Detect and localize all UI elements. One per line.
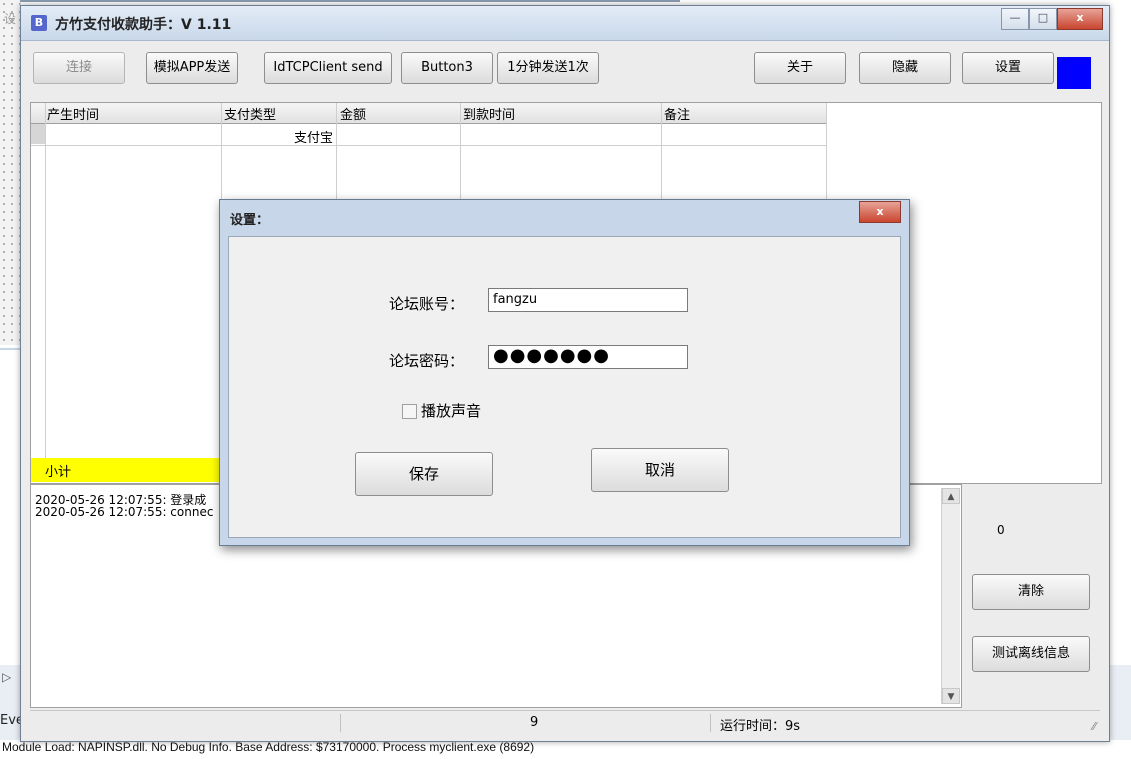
- password-input[interactable]: ●●●●●●●: [488, 345, 688, 369]
- dialog-close-button[interactable]: x: [859, 201, 901, 223]
- maximize-button[interactable]: □: [1029, 8, 1057, 30]
- clear-button[interactable]: 清除: [972, 574, 1090, 610]
- column-header-pay-type[interactable]: 支付类型: [224, 104, 276, 123]
- toolbar: 连接 模拟APP发送 IdTCPClient send Button3 1分钟发…: [21, 52, 1109, 88]
- title-bar[interactable]: B 方竹支付收款助手：V 1.11 — □ x: [21, 6, 1109, 41]
- table-cell-pay-type[interactable]: 支付宝: [221, 127, 333, 146]
- status-count: 9: [530, 715, 539, 730]
- dialog-body: 论坛账号： fangzu 论坛密码： ●●●●●●● 播放声音 保存 取消: [228, 236, 901, 538]
- simulate-app-send-button[interactable]: 模拟APP发送: [146, 52, 238, 84]
- status-color-indicator: [1057, 57, 1091, 89]
- ide-caption-fragment: 设: [4, 12, 17, 26]
- scroll-up-icon[interactable]: ▲: [942, 488, 960, 504]
- ide-top-line: [20, 0, 680, 2]
- grid-header: 产生时间 支付类型 金额 到款时间 备注: [31, 103, 827, 124]
- log-line: 2020-05-26 12:07:55: connec: [35, 505, 214, 519]
- column-header-time[interactable]: 产生时间: [47, 104, 99, 123]
- password-label: 论坛密码：: [389, 352, 465, 370]
- ide-divider: [0, 348, 20, 350]
- save-button[interactable]: 保存: [355, 452, 493, 496]
- row-indicator[interactable]: [31, 124, 45, 144]
- resize-grip-icon[interactable]: ⁄⁄: [1092, 720, 1096, 733]
- play-sound-label[interactable]: 播放声音: [421, 400, 481, 421]
- column-header-note[interactable]: 备注: [664, 104, 690, 123]
- window-title: 方竹支付收款助手：V 1.11: [55, 17, 232, 33]
- hide-button[interactable]: 隐藏: [859, 52, 951, 84]
- column-header-arrive-time[interactable]: 到款时间: [463, 104, 515, 123]
- send-per-minute-button[interactable]: 1分钟发送1次: [497, 52, 599, 84]
- play-sound-checkbox[interactable]: [402, 404, 417, 419]
- runtime-label: 运行时间：9s: [720, 719, 801, 734]
- account-label: 论坛账号：: [389, 295, 465, 313]
- cancel-button[interactable]: 取消: [591, 448, 729, 492]
- about-button[interactable]: 关于: [754, 52, 846, 84]
- expand-arrow-icon[interactable]: ▷: [2, 670, 11, 684]
- app-icon: B: [31, 15, 47, 31]
- connect-button[interactable]: 连接: [33, 52, 125, 84]
- test-offline-button[interactable]: 测试离线信息: [972, 636, 1090, 672]
- form-designer-grid: [0, 0, 21, 345]
- log-scrollbar[interactable]: ▲ ▼: [941, 488, 960, 704]
- minimize-button[interactable]: —: [1001, 8, 1029, 30]
- window-controls: — □ x: [1001, 8, 1103, 30]
- idtcpclient-send-button[interactable]: IdTCPClient send: [264, 52, 392, 84]
- grid-line: [31, 145, 827, 146]
- dialog-title: 设置：: [230, 213, 270, 228]
- message-count: 0: [997, 523, 1005, 537]
- subtotal-label: 小计: [45, 465, 72, 480]
- settings-dialog: 设置： x 论坛账号： fangzu 论坛密码： ●●●●●●● 播放声音 保存…: [219, 199, 910, 546]
- account-input[interactable]: fangzu: [488, 288, 688, 312]
- status-separator: [710, 714, 711, 732]
- grid-line: [45, 103, 46, 458]
- status-bar: 9 运行时间：9s ⁄⁄: [30, 710, 1100, 735]
- ide-panel: [0, 345, 20, 665]
- close-button[interactable]: x: [1057, 8, 1103, 30]
- ide-event-log-line: Module Load: NAPINSP.dll. No Debug Info.…: [2, 740, 535, 754]
- settings-button[interactable]: 设置: [962, 52, 1054, 84]
- scroll-down-icon[interactable]: ▼: [942, 688, 960, 704]
- column-header-amount[interactable]: 金额: [340, 104, 366, 123]
- status-separator: [340, 714, 341, 732]
- button3[interactable]: Button3: [401, 52, 493, 84]
